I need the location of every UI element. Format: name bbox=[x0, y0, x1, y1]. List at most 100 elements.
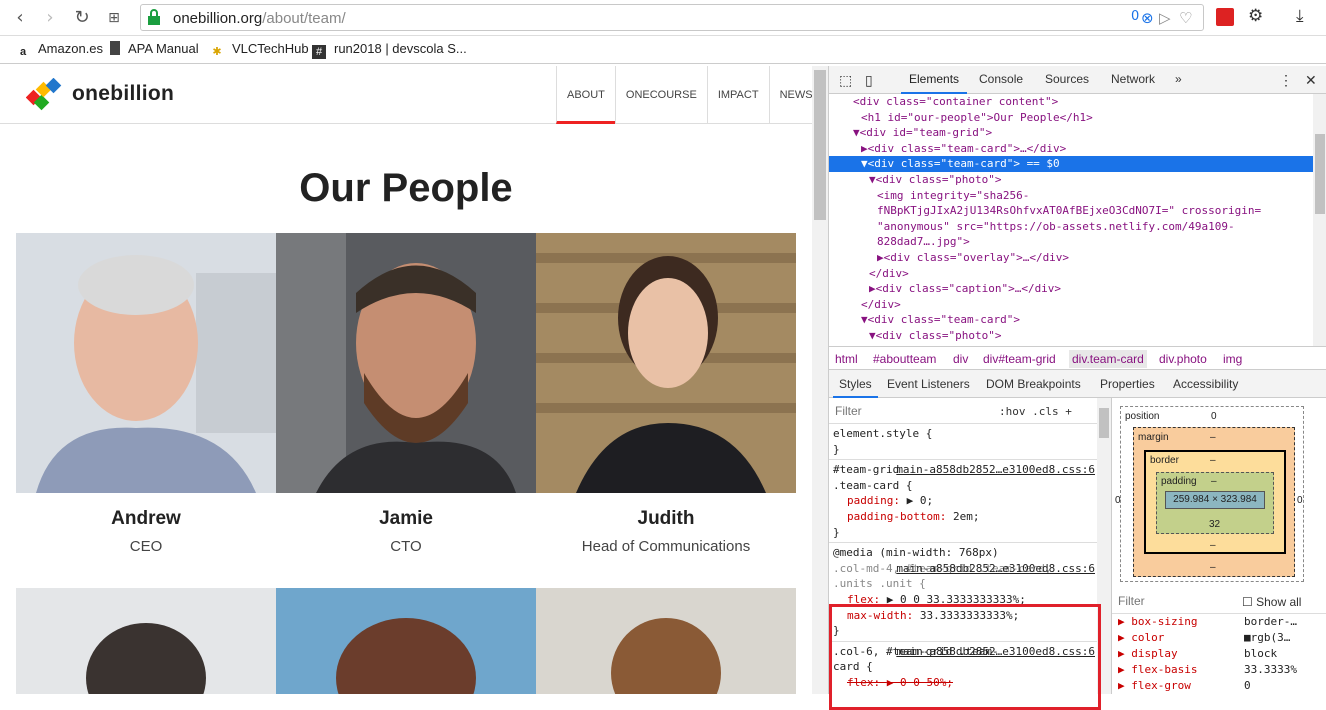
team-card[interactable]: Andrew CEO bbox=[16, 233, 276, 555]
scrollbar-thumb[interactable] bbox=[1099, 408, 1109, 438]
logo-text[interactable]: onebillion bbox=[72, 82, 174, 106]
hov-cls-buttons[interactable]: :hov .cls + bbox=[999, 404, 1072, 420]
rule-element-style[interactable]: element.style { } bbox=[829, 424, 1111, 461]
box-model-right-value[interactable]: 0 bbox=[1297, 495, 1303, 506]
dom-node[interactable]: ▼<div class="team-card"> bbox=[829, 312, 1313, 328]
tab-sources[interactable]: Sources bbox=[1045, 72, 1089, 86]
nav-onecourse[interactable]: ONECOURSE bbox=[614, 66, 707, 124]
bookmark-amazon[interactable]: a Amazon.es bbox=[16, 41, 103, 59]
download-icon[interactable]: ⤓ bbox=[1296, 6, 1304, 26]
gear-icon[interactable]: ⚙ bbox=[1248, 6, 1263, 26]
crumb-aboutteam[interactable]: #aboutteam bbox=[873, 352, 936, 366]
padding-bottom-value[interactable]: 32 bbox=[1209, 519, 1220, 530]
tab-network[interactable]: Network bbox=[1111, 72, 1155, 86]
dom-node[interactable]: ▶<div class="team-card">…</div> bbox=[829, 141, 1313, 157]
forward-icon[interactable]: › bbox=[38, 6, 62, 30]
crumb-img[interactable]: img bbox=[1223, 352, 1242, 366]
tab-accessibility[interactable]: Accessibility bbox=[1173, 377, 1238, 391]
box-model-content[interactable]: 259.984 × 323.984 bbox=[1165, 491, 1265, 509]
send-icon[interactable]: ▷ bbox=[1159, 9, 1171, 27]
styles-scrollbar[interactable] bbox=[1097, 398, 1111, 694]
margin-bottom-value[interactable]: – bbox=[1210, 562, 1216, 573]
border-bottom-value[interactable]: – bbox=[1210, 540, 1216, 551]
bookmark-run2018[interactable]: # run2018 | devscola S... bbox=[312, 41, 467, 59]
dom-node[interactable]: 828dad7….jpg"> bbox=[829, 234, 1313, 250]
heart-icon[interactable]: ♡ bbox=[1179, 9, 1192, 27]
page-scrollbar[interactable] bbox=[812, 66, 828, 694]
grid-icon[interactable]: ⊞ bbox=[102, 6, 126, 30]
computed-property[interactable]: ▶ box-sizing border-… bbox=[1112, 614, 1326, 630]
border-value[interactable]: – bbox=[1210, 455, 1216, 466]
dom-node[interactable]: <img integrity="sha256- bbox=[829, 188, 1313, 204]
crumb-team-grid[interactable]: div#team-grid bbox=[983, 352, 1056, 366]
crumb-div[interactable]: div bbox=[953, 352, 968, 366]
dom-scrollbar[interactable] bbox=[1313, 94, 1326, 346]
dom-node[interactable]: </div> bbox=[829, 266, 1313, 282]
dom-node[interactable]: <h1 id="our-people">Our People</h1> bbox=[829, 110, 1313, 126]
kebab-menu-icon[interactable]: ⋮ bbox=[1279, 72, 1293, 89]
rule-property[interactable]: max-width: 33.3333333333%; bbox=[833, 608, 1107, 624]
scrollbar-thumb[interactable] bbox=[1315, 134, 1325, 214]
crumb-html[interactable]: html bbox=[835, 352, 858, 366]
dom-node[interactable]: fNBpKTjgJIxA2jU134RsOhfvxAT0AfBEjxeO3CdN… bbox=[829, 203, 1313, 219]
computed-filter-input[interactable] bbox=[1116, 592, 1226, 610]
nav-impact[interactable]: IMPACT bbox=[706, 66, 769, 124]
inspect-icon[interactable]: ⬚ bbox=[839, 72, 852, 89]
nav-about[interactable]: ABOUT bbox=[556, 66, 615, 124]
url-text[interactable]: onebillion.org/about/team/ bbox=[173, 10, 346, 27]
rule-property[interactable]: padding: ▶ 0; bbox=[833, 493, 1107, 509]
dom-node[interactable]: ▶<div class="overlay">…</div> bbox=[829, 250, 1313, 266]
margin-value[interactable]: – bbox=[1210, 432, 1216, 443]
dom-node[interactable]: ▼<div class="photo"> bbox=[829, 172, 1313, 188]
back-icon[interactable]: ‹ bbox=[8, 6, 32, 30]
rule-property-overridden[interactable]: flex: ▶ 0 0 50%; bbox=[833, 675, 1107, 691]
tab-console[interactable]: Console bbox=[979, 72, 1023, 86]
computed-property[interactable]: ▶ flex-basis 33.3333% bbox=[1112, 662, 1326, 678]
more-tabs-button[interactable]: » bbox=[1175, 72, 1182, 86]
dom-node[interactable]: ▼<div class="photo"> bbox=[829, 328, 1313, 344]
styles-filter-input[interactable] bbox=[833, 402, 989, 420]
show-all-checkbox[interactable]: ☐ Show all bbox=[1242, 594, 1301, 610]
blocker-icon[interactable]: ⊗ bbox=[1141, 9, 1154, 27]
dom-node[interactable]: ▼<div class="team-card"> == $0 bbox=[829, 156, 1313, 172]
box-model-left-value[interactable]: 0 bbox=[1115, 495, 1121, 506]
reload-icon[interactable]: ↻ bbox=[70, 6, 94, 30]
padding-value[interactable]: – bbox=[1211, 476, 1217, 487]
dom-node[interactable]: </div> bbox=[829, 297, 1313, 313]
tab-dom-breakpoints[interactable]: DOM Breakpoints bbox=[986, 377, 1081, 391]
team-card[interactable]: Judith Head of Communications bbox=[536, 233, 796, 555]
tab-elements[interactable]: Elements bbox=[900, 72, 968, 94]
rule-col-6[interactable]: main-a858db2852…e3100ed8.css:6 .col-6, #… bbox=[829, 642, 1111, 693]
box-model-position-value[interactable]: 0 bbox=[1211, 411, 1217, 422]
rule-source-link[interactable]: main-a858db2852…e3100ed8.css:6 bbox=[896, 561, 1095, 577]
rule-property[interactable]: flex: ▶ 0 0 33.3333333333%; bbox=[833, 592, 1107, 608]
crumb-photo[interactable]: div.photo bbox=[1159, 352, 1207, 366]
extension-icon[interactable] bbox=[1216, 8, 1234, 26]
crumb-team-card[interactable]: div.team-card bbox=[1069, 350, 1147, 368]
computed-property[interactable]: ▶ color ■rgb(3… bbox=[1112, 630, 1326, 646]
close-icon[interactable]: ✕ bbox=[1305, 72, 1317, 89]
rule-property[interactable]: padding-bottom: 2em; bbox=[833, 509, 1107, 525]
extension-badge[interactable]: 0 bbox=[1131, 9, 1139, 24]
dom-node[interactable]: ▶<div class="caption">…</div> bbox=[829, 281, 1313, 297]
bookmark-vlctechhub[interactable]: ✱ VLCTechHub bbox=[210, 41, 308, 59]
dom-node[interactable]: "anonymous" src="https://ob-assets.netli… bbox=[829, 219, 1313, 235]
team-card[interactable]: Jamie CTO bbox=[276, 233, 536, 555]
dom-tree[interactable]: <div class="container content"> <h1 id="o… bbox=[829, 94, 1313, 346]
computed-property[interactable]: ▶ flex-grow 0 bbox=[1112, 678, 1326, 694]
bookmark-apa[interactable]: APA Manual bbox=[110, 41, 199, 56]
address-bar[interactable]: onebillion.org/about/team/ 0 ⊗ ▷ ♡ bbox=[140, 4, 1204, 31]
tab-properties[interactable]: Properties bbox=[1100, 377, 1155, 391]
rule-team-card[interactable]: main-a858db2852…e3100ed8.css:6 #team-gri… bbox=[829, 460, 1111, 544]
device-toolbar-icon[interactable]: ▯ bbox=[865, 72, 873, 89]
nav-news[interactable]: NEWS bbox=[768, 66, 812, 124]
rule-source-link[interactable]: main-a858db2852…e3100ed8.css:6 bbox=[896, 462, 1095, 478]
rule-source-link[interactable]: main-a858db2852…e3100ed8.css:6 bbox=[896, 644, 1095, 660]
dom-node[interactable]: <div class="container content"> bbox=[829, 94, 1313, 110]
rule-media-col-md-4[interactable]: @media (min-width: 768px) main-a858db285… bbox=[829, 543, 1111, 642]
onebillion-logo-icon[interactable] bbox=[26, 78, 66, 112]
computed-property[interactable]: ▶ display block bbox=[1112, 646, 1326, 662]
scrollbar-thumb[interactable] bbox=[814, 70, 826, 220]
tab-event-listeners[interactable]: Event Listeners bbox=[887, 377, 970, 391]
dom-node[interactable]: ▼<div id="team-grid"> bbox=[829, 125, 1313, 141]
